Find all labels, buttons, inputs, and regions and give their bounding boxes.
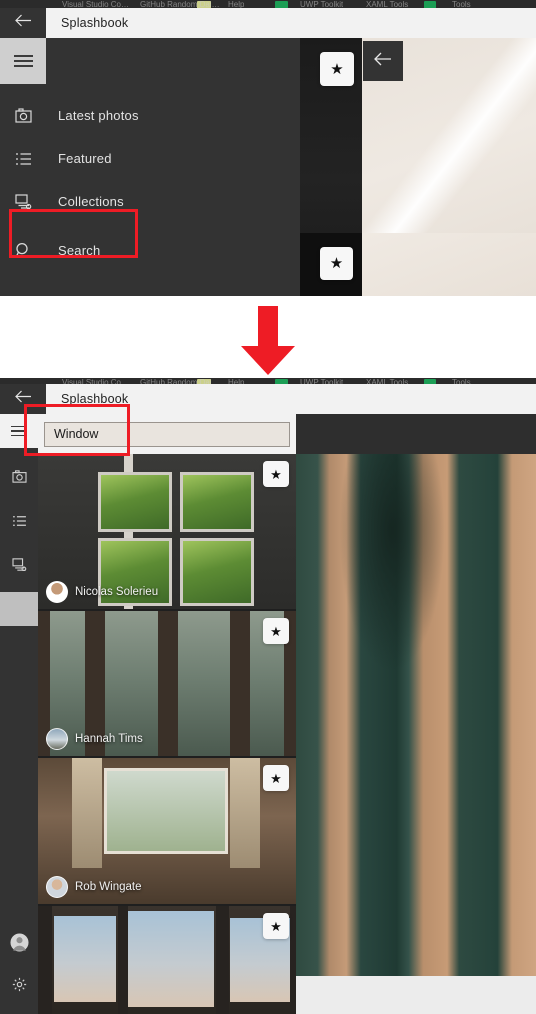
arrow-left-icon [374,52,392,71]
camera-icon [11,470,27,488]
app-title: Splashbook [61,16,129,30]
menu-item-label: Collections [58,194,124,209]
search-bar: Window [38,414,296,454]
favorite-star-button[interactable]: ★ [263,461,289,487]
photo-back-button[interactable] [363,41,403,81]
window-frame [290,906,296,1014]
app-window-after: ★ Nicolas Solerieu ★ Hannah Tims ★ Rob W… [0,384,536,1014]
app-title: Splashbook [61,392,129,406]
photo-card[interactable]: ★ Rob Wingate [38,758,296,904]
window-pane [128,911,214,1007]
menu-item-label: Latest photos [58,108,139,123]
search-icon [0,242,46,259]
favorite-star-button[interactable]: ★ [320,52,354,86]
navigation-rail [0,414,38,1014]
menu-item-search[interactable]: Search [0,229,300,272]
photo-credit[interactable]: Rob Wingate [46,876,141,898]
window-frame [118,906,128,1014]
photo-author-name: Rob Wingate [75,881,142,893]
photo-author-name: Hannah Tims [75,733,143,745]
photo-author-name: Nicolas Solerieu [75,586,159,598]
navigation-flyout: Latest photos Featured Collections Searc… [0,38,300,296]
window-back-button[interactable] [0,384,46,414]
menu-item-label: Featured [58,151,112,166]
window-frame [216,906,229,1014]
photo-detail-pane [296,454,536,976]
rail-item-latest-photos[interactable] [0,460,38,498]
content-bottom-fill [296,976,536,1014]
avatar [46,728,68,750]
photo-card[interactable]: ★ Hannah Tims [38,611,296,756]
window-pane [54,916,116,1002]
collections-icon [11,558,27,576]
camera-icon [0,108,46,123]
hamburger-icon [13,51,33,70]
menu-item-collections[interactable]: Collections [0,180,300,223]
avatar [46,581,68,603]
favorite-star-button[interactable]: ★ [263,913,289,939]
window-pane [104,768,228,854]
photo-card[interactable]: ★ [38,906,296,1014]
photo-card[interactable]: ★ Nicolas Solerieu [38,454,296,609]
rail-item-featured[interactable] [0,504,38,542]
avatar [46,876,68,898]
gear-icon [12,977,27,997]
menu-item-featured[interactable]: Featured [0,137,300,180]
hamburger-icon [11,423,27,439]
red-down-arrow-icon [238,306,298,381]
hamburger-menu-button[interactable] [0,38,46,84]
tutorial-screenshot: Visual Studio Co… GitHub Random Dai… Hel… [0,0,536,1014]
favorite-star-button[interactable]: ★ [263,765,289,791]
window-pane [98,472,172,532]
photo-credit[interactable]: Nicolas Solerieu [46,581,158,603]
photo-thumbnail [38,906,296,1014]
collections-icon [0,194,46,209]
rail-item-settings[interactable] [0,968,38,1006]
window-frame [158,611,178,756]
curtain [230,758,260,868]
menu-item-label: Search [58,243,101,258]
photo-credit[interactable]: Hannah Tims [46,728,143,750]
window-pane [180,472,254,532]
hamburger-menu-button[interactable] [0,414,38,448]
window-frame [38,906,52,1014]
photo-shadow [339,454,445,674]
menu-item-latest-photos[interactable]: Latest photos [0,94,300,137]
photo-detail-light-lower [362,233,536,296]
window-title-bar: Splashbook [0,8,536,38]
window-title-bar: Splashbook [0,384,536,414]
account-icon [9,933,29,957]
list-icon [12,514,27,532]
list-icon [0,152,46,166]
window-back-button[interactable] [0,8,46,38]
curtain [72,758,102,868]
rail-item-account[interactable] [0,926,38,964]
search-results-list[interactable]: ★ Nicolas Solerieu ★ Hannah Tims ★ Rob W… [38,454,296,1014]
window-frame [230,611,250,756]
app-window-before: ★ ★ Latest photos Featured Collections S… [0,8,536,296]
rail-item-collections[interactable] [0,548,38,586]
favorite-star-button[interactable]: ★ [320,247,353,280]
window-pane [180,538,254,606]
search-input[interactable]: Window [44,421,290,447]
arrow-left-icon [14,14,32,32]
rail-item-search[interactable] [0,592,38,626]
arrow-left-icon [14,390,32,408]
favorite-star-button[interactable]: ★ [263,618,289,644]
